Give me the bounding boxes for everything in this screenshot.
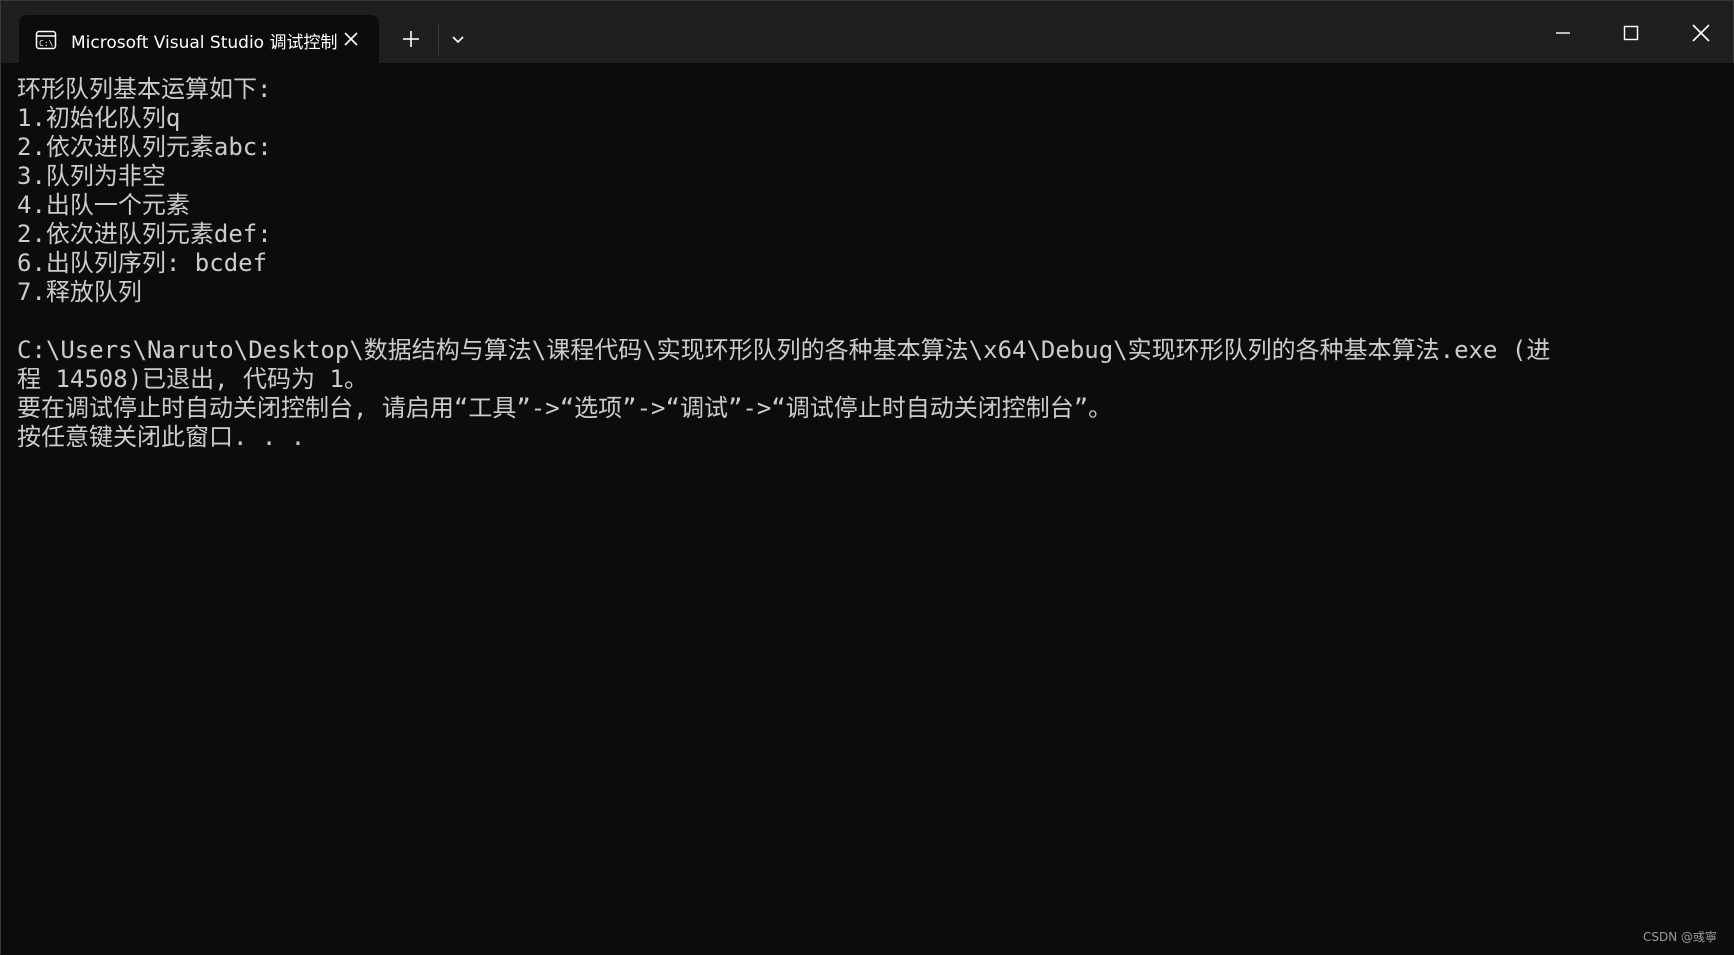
console-icon: C:\ — [35, 29, 57, 51]
title-bar[interactable]: C:\ Microsoft Visual Studio 调试控制台 — [1, 1, 1733, 63]
console-output[interactable]: 环形队列基本运算如下: 1.初始化队列q 2.依次进队列元素abc: 3.队列为… — [1, 63, 1734, 955]
maximize-icon[interactable] — [1617, 19, 1645, 47]
console-line: 2.依次进队列元素def: — [17, 220, 272, 248]
console-line: 3.队列为非空 — [17, 162, 166, 190]
console-line: 7.释放队列 — [17, 278, 142, 306]
svg-text:C:\: C:\ — [39, 39, 54, 48]
console-line: 1.初始化队列q — [17, 104, 181, 132]
minimize-icon[interactable] — [1549, 19, 1577, 47]
tab-divider — [438, 23, 439, 55]
console-line: C:\Users\Naruto\Desktop\数据结构与算法\课程代码\实现环… — [17, 336, 1551, 364]
console-line: 程 14508)已退出, 代码为 1。 — [17, 365, 368, 393]
console-line: 4.出队一个元素 — [17, 191, 190, 219]
console-line: 按任意键关闭此窗口. . . — [17, 423, 306, 451]
console-line: 2.依次进队列元素abc: — [17, 133, 272, 161]
watermark: CSDN @彧寧 — [1642, 930, 1717, 944]
tab-title: Microsoft Visual Studio 调试控制台 — [71, 33, 337, 52]
tab-debug-console[interactable]: C:\ Microsoft Visual Studio 调试控制台 — [19, 15, 379, 63]
chevron-down-icon[interactable] — [447, 27, 469, 51]
close-icon[interactable] — [1687, 19, 1715, 47]
console-line: 环形队列基本运算如下: — [17, 75, 272, 103]
plus-icon[interactable] — [397, 25, 425, 53]
console-line: 6.出队列序列: bcdef — [17, 249, 268, 277]
terminal-window: C:\ Microsoft Visual Studio 调试控制台 环形队列基本… — [0, 0, 1734, 955]
close-tab-icon[interactable] — [339, 27, 363, 51]
console-line: 要在调试停止时自动关闭控制台, 请启用“工具”->“选项”->“调试”->“调试… — [17, 394, 1113, 422]
